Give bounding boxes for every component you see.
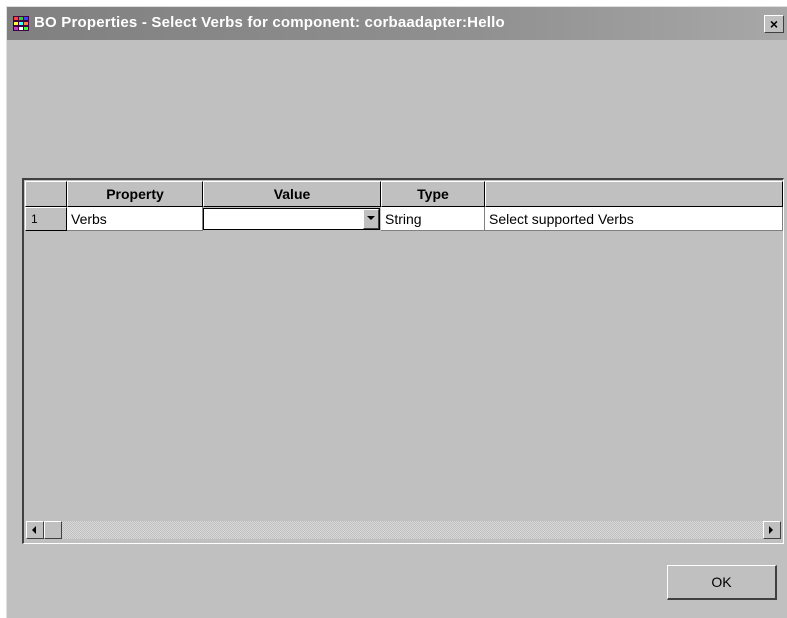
type-cell[interactable]: String bbox=[381, 207, 485, 231]
window-title: BO Properties - Select Verbs for compone… bbox=[34, 14, 505, 31]
app-grid-icon bbox=[13, 16, 29, 31]
column-header-type[interactable]: Type bbox=[381, 181, 485, 207]
dropdown-button[interactable] bbox=[363, 209, 379, 229]
column-header-value[interactable]: Value bbox=[203, 181, 381, 207]
close-button[interactable]: × bbox=[764, 15, 784, 33]
ok-button[interactable]: OK bbox=[667, 565, 777, 600]
scroll-left-button[interactable] bbox=[26, 521, 44, 539]
description-cell[interactable]: Select supported Verbs bbox=[485, 207, 783, 231]
dialog-window: BO Properties - Select Verbs for compone… bbox=[6, 6, 787, 618]
column-header-description[interactable] bbox=[485, 181, 783, 207]
close-icon: × bbox=[769, 16, 779, 32]
column-header-property[interactable]: Property bbox=[67, 181, 203, 207]
property-cell[interactable]: Verbs bbox=[67, 207, 203, 231]
title-bar: BO Properties - Select Verbs for compone… bbox=[7, 7, 787, 40]
column-header-rownum[interactable] bbox=[25, 181, 67, 207]
row-number[interactable]: 1 bbox=[25, 207, 67, 231]
horizontal-scrollbar[interactable] bbox=[26, 521, 781, 539]
scroll-right-arrow-icon bbox=[769, 526, 773, 534]
dropdown-arrow-icon bbox=[367, 216, 375, 220]
value-dropdown[interactable] bbox=[203, 208, 380, 230]
scroll-thumb[interactable] bbox=[44, 521, 62, 539]
scroll-right-button[interactable] bbox=[763, 521, 781, 539]
properties-grid: Property Value Type 1 Verbs String Selec… bbox=[22, 178, 784, 544]
scroll-left-arrow-icon bbox=[32, 526, 36, 534]
